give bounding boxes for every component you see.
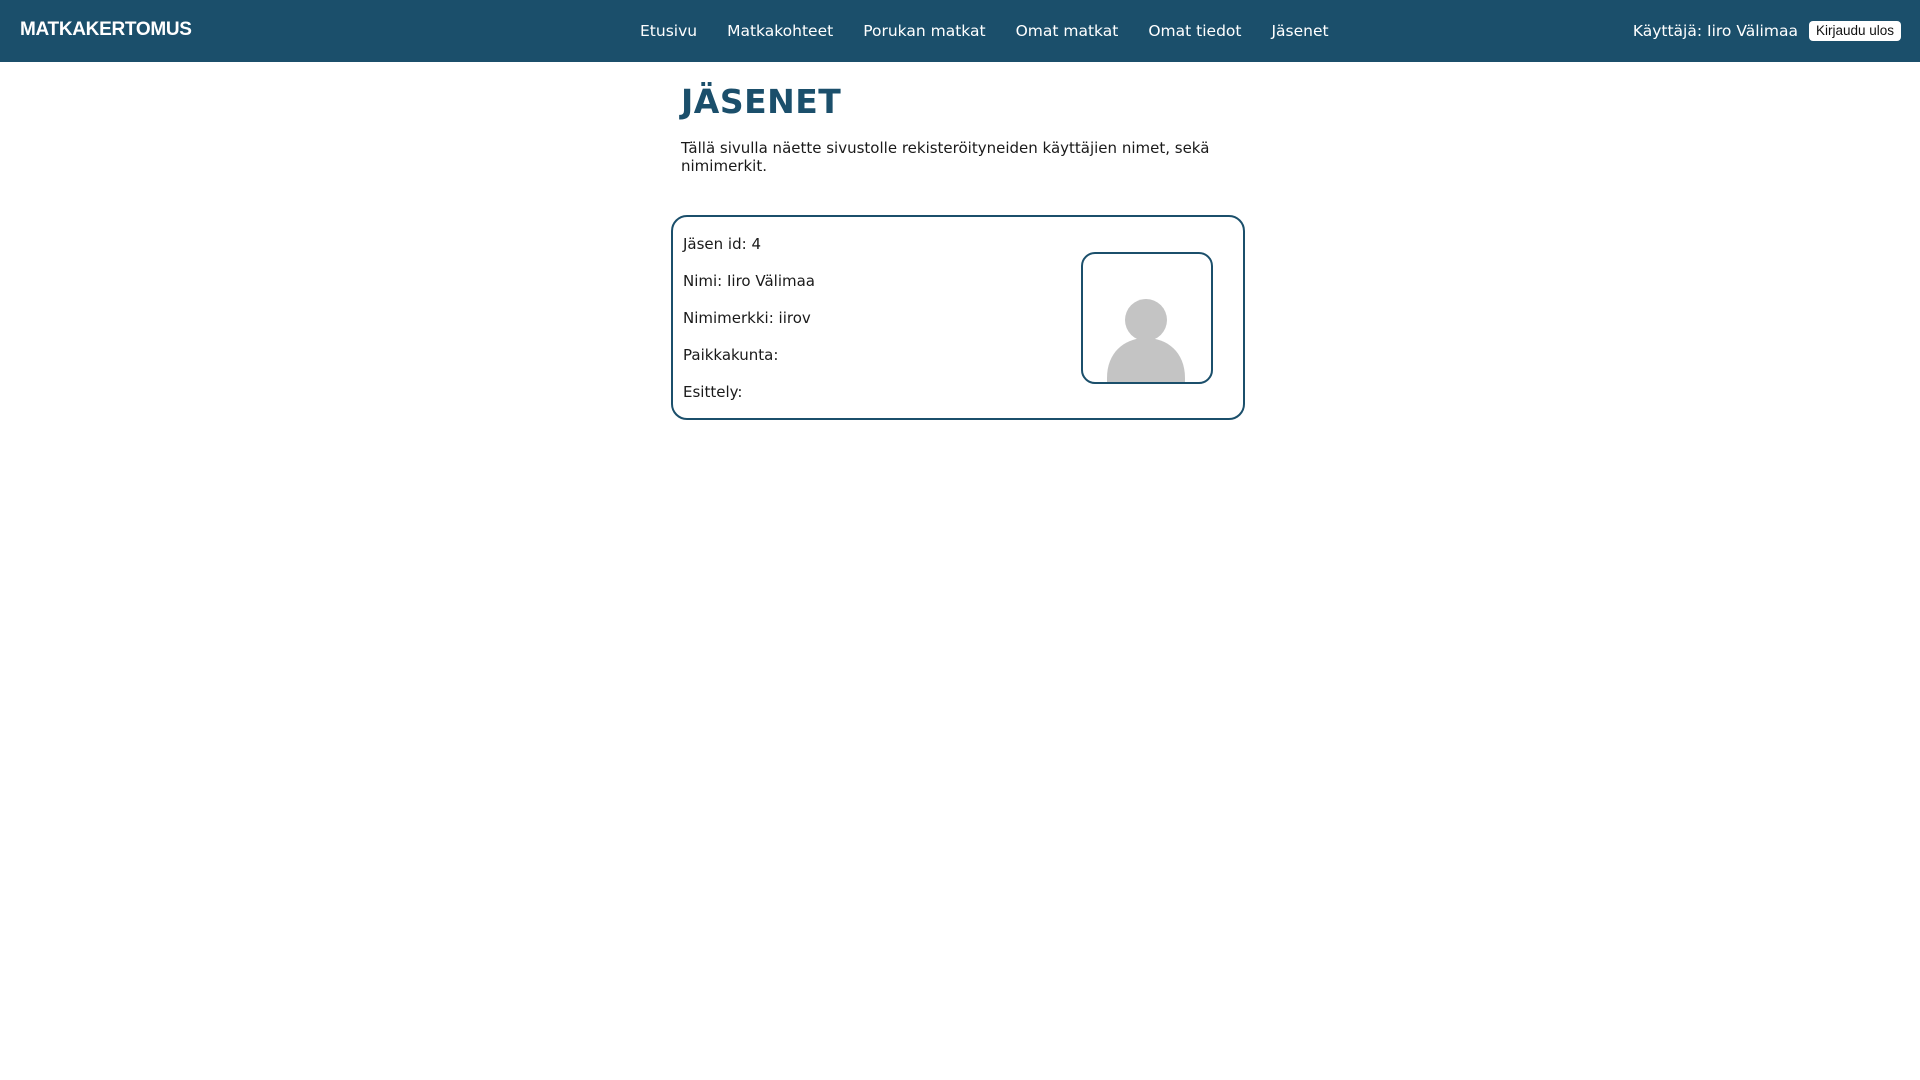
member-id: Jäsen id: 4 <box>683 235 761 253</box>
default-user-avatar-icon <box>1107 299 1185 382</box>
user-area: Käyttäjä: Iiro Välimaa Kirjaudu ulos <box>1633 0 1901 62</box>
current-user-label: Käyttäjä: Iiro Välimaa <box>1632 22 1798 40</box>
nav-link-jasenet[interactable]: Jäsenet <box>1271 22 1328 40</box>
site-brand[interactable]: MATKAKERTOMUS <box>20 19 192 41</box>
member-intro: Esittely: <box>683 383 743 401</box>
nav-link-matkakohteet[interactable]: Matkakohteet <box>727 22 833 40</box>
main-content: JÄSENET Tällä sivulla näette sivustolle … <box>671 62 1281 420</box>
logout-button[interactable]: Kirjaudu ulos <box>1808 21 1901 41</box>
page-intro: Tällä sivulla näette sivustolle rekister… <box>681 139 1210 175</box>
nav-link-etusivu[interactable]: Etusivu <box>640 22 697 40</box>
member-name: Nimi: Iiro Välimaa <box>683 272 815 290</box>
member-city: Paikkakunta: <box>683 346 779 364</box>
nav-link-porukan-matkat[interactable]: Porukan matkat <box>863 22 985 40</box>
page-title: JÄSENET <box>681 82 842 121</box>
member-nickname: Nimimerkki: iirov <box>683 309 811 327</box>
member-avatar <box>1081 252 1213 384</box>
main-nav: Etusivu Matkakohteet Porukan matkat Omat… <box>640 0 1359 62</box>
member-details: Jäsen id: 4 Nimi: Iiro Välimaa Nimimerkk… <box>683 235 815 420</box>
nav-link-omat-tiedot[interactable]: Omat tiedot <box>1148 22 1241 40</box>
nav-link-omat-matkat[interactable]: Omat matkat <box>1016 22 1119 40</box>
member-card: Jäsen id: 4 Nimi: Iiro Välimaa Nimimerkk… <box>671 215 1245 420</box>
top-navbar: MATKAKERTOMUS Etusivu Matkakohteet Poruk… <box>0 0 1920 62</box>
